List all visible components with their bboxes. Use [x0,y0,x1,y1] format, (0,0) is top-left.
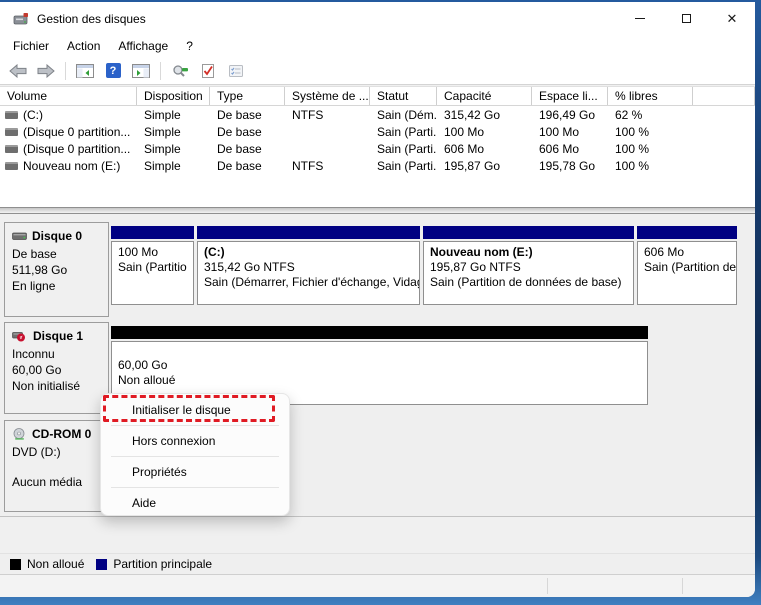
menu-action[interactable]: Action [58,37,109,55]
partition-disk0-e[interactable]: Nouveau nom (E:) 195,87 Go NTFS Sain (Pa… [423,226,634,305]
partition-color-bar [197,226,420,239]
disk-drive-icon [12,232,27,240]
title-bar: Gestion des disques ✕ [0,2,755,35]
cdrom-icon [13,428,25,440]
col-statut[interactable]: Statut [370,87,437,105]
rescan-disks-icon[interactable] [168,60,192,82]
disk0-panel[interactable]: Disque 0 De base 511,98 Go En ligne [4,222,109,317]
partition-disk0-system[interactable]: 100 Mo Sain (Partitio [111,226,194,305]
col-filler [693,87,755,105]
partition-color-bar [111,226,194,239]
col-volume[interactable]: Volume [0,87,137,105]
col-type[interactable]: Type [210,87,285,105]
close-button[interactable]: ✕ [709,2,755,35]
statusbar-divider [547,578,548,594]
partition-color-bar [423,226,634,239]
partition-color-bar [637,226,737,239]
console-tree-icon[interactable] [73,60,97,82]
menu-item-help[interactable]: Aide [101,490,289,516]
maximize-button[interactable] [663,2,709,35]
status-bar [0,575,755,597]
disk-unknown-icon [12,331,25,341]
legend-primary-swatch [96,558,108,570]
partition-disk0-c[interactable]: (C:) 315,42 Go NTFS Sain (Démarrer, Fich… [197,226,420,305]
menu-divider [111,425,279,426]
menu-help[interactable]: ? [177,37,202,55]
back-icon[interactable] [6,60,30,82]
legend-bar: Non alloué Partition principale [0,553,755,575]
legend-primary-label: Partition principale [113,557,213,571]
menu-bar: Fichier Action Affichage ? [0,35,755,57]
legend-unallocated-label: Non alloué [27,557,85,571]
toolbar-separator [160,61,161,80]
menu-affichage[interactable]: Affichage [109,37,177,55]
maximize-icon [681,14,691,23]
statusbar-divider [682,578,683,594]
app-disk-icon [13,12,28,24]
volume-icon [5,144,18,153]
col-capacite[interactable]: Capacité [437,87,532,105]
table-row[interactable]: (C:) Simple De base NTFS Sain (Dém... 31… [0,106,755,123]
col-systeme[interactable]: Système de ... [285,87,370,105]
annotation-highlight-rect [103,395,275,422]
menu-fichier[interactable]: Fichier [4,37,58,55]
action-pane-icon[interactable] [129,60,153,82]
table-row[interactable]: (Disque 0 partition... Simple De base Sa… [0,140,755,157]
volume-table-header: Volume Disposition Type Système de ... S… [0,87,755,106]
menu-divider [111,487,279,488]
partition-color-bar [111,326,648,339]
volume-icon [5,161,18,170]
disk1-panel[interactable]: Disque 1 Inconnu 60,00 Go Non initialisé [4,322,109,414]
minimize-button[interactable] [617,2,663,35]
col-libres[interactable]: % libres [608,87,693,105]
menu-item-properties[interactable]: Propriétés [101,459,289,485]
help-icon[interactable]: ? [101,60,125,82]
pane-splitter[interactable] [0,207,755,214]
volume-icon [5,127,18,136]
check-document-icon[interactable] [196,60,220,82]
menu-item-offline[interactable]: Hors connexion [101,428,289,454]
toolbar: ? [0,57,755,85]
col-espace[interactable]: Espace li... [532,87,608,105]
toolbar-separator [65,61,66,80]
forward-icon[interactable] [34,60,58,82]
menu-divider [111,456,279,457]
volume-icon [5,110,18,119]
settings-list-icon[interactable] [224,60,248,82]
legend-unallocated-swatch [10,558,21,570]
volume-list-pane: Volume Disposition Type Système de ... S… [0,86,755,207]
table-row[interactable]: Nouveau nom (E:) Simple De base NTFS Sai… [0,157,755,174]
cdrom-panel[interactable]: CD-ROM 0 DVD (D:) Aucun média [4,420,109,512]
close-icon: ✕ [726,11,738,26]
desktop: { "window": { "title": "Gestion des disq… [0,0,761,605]
col-disposition[interactable]: Disposition [137,87,210,105]
partition-disk0-recovery[interactable]: 606 Mo Sain (Partition de ré [637,226,737,305]
minimize-icon [635,18,645,19]
window-title: Gestion des disques [37,11,146,26]
table-row[interactable]: (Disque 0 partition... Simple De base Sa… [0,123,755,140]
